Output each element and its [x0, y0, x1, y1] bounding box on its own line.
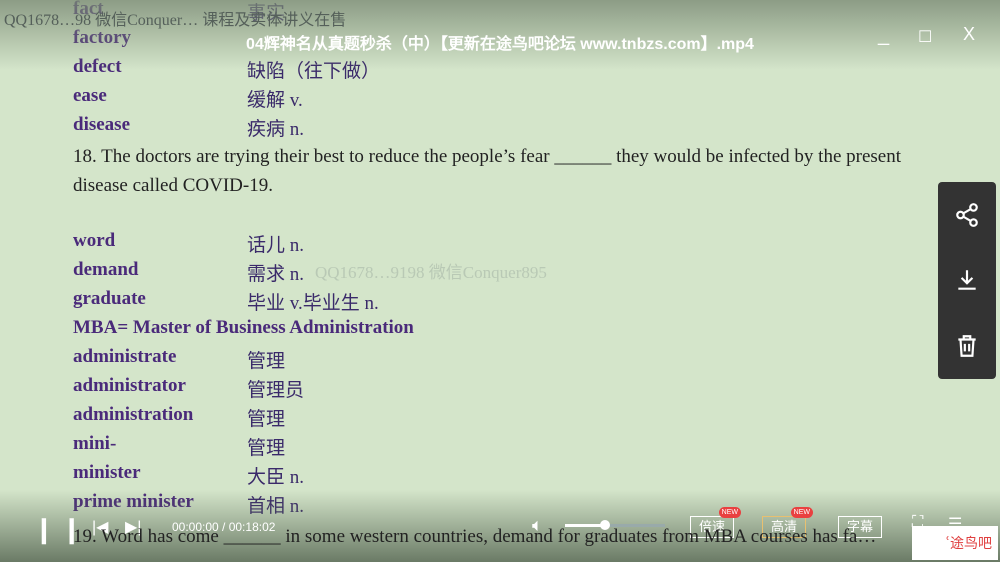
- vocab-row: administrate 管理: [73, 346, 285, 372]
- english-term: graduate: [73, 288, 146, 309]
- chinese-meaning: 话儿 n.: [247, 235, 305, 256]
- vocab-row: graduate 毕业 v.毕业生 n.: [73, 288, 379, 314]
- chinese-meaning: 毕业 v.毕业生 n.: [247, 293, 379, 314]
- trash-icon[interactable]: [954, 333, 980, 359]
- logo-text: 途鸟吧: [950, 536, 992, 552]
- english-term: administrate: [73, 346, 177, 367]
- new-badge: NEW: [718, 507, 742, 518]
- english-term: administration: [73, 404, 194, 425]
- english-term: ease: [73, 85, 107, 106]
- chinese-meaning: 缓解 v.: [247, 90, 303, 111]
- english-term: demand: [73, 259, 139, 280]
- chinese-meaning: 管理员: [247, 380, 305, 401]
- side-toolbar: [938, 182, 996, 379]
- subtitle-button[interactable]: 字幕: [838, 516, 883, 538]
- chinese-meaning: 疾病 n.: [247, 119, 305, 140]
- vocab-row: administration 管理: [73, 404, 285, 430]
- chinese-meaning: 需求 n.: [247, 264, 305, 285]
- english-term: word: [73, 230, 116, 251]
- vocab-row: mini- 管理: [73, 433, 285, 459]
- new-badge: NEW: [790, 507, 814, 518]
- video-title: 04辉神名从真题秒杀（中）【更新在途鸟吧论坛 www.tnbzs.com】.mp…: [246, 36, 754, 53]
- volume-slider[interactable]: [565, 520, 665, 530]
- maximize-button[interactable]: ☐: [918, 27, 932, 47]
- question-18: 18. The doctors are trying their best to…: [73, 146, 901, 196]
- vocab-row: MBA= Master of Business Administration: [73, 317, 414, 343]
- document-frame: QQ1678…9198 微信Conquer895 fact事实factoryde…: [0, 0, 1000, 562]
- site-logo: ʿ 途鸟吧: [912, 526, 998, 560]
- share-icon[interactable]: [954, 202, 980, 228]
- english-term: MBA= Master of Business Administration: [73, 317, 414, 338]
- previous-button[interactable]: |◀: [92, 517, 108, 537]
- chinese-meaning: 管理: [247, 409, 286, 430]
- vocab-row: word 话儿 n.: [73, 230, 304, 256]
- speed-label: 倍速: [699, 519, 726, 534]
- pause-button[interactable]: ❙❙: [33, 514, 89, 545]
- vocab-row: demand 需求 n.: [73, 259, 304, 285]
- english-term: administrator: [73, 375, 186, 396]
- vocab-row: ease 缓解 v.: [73, 85, 303, 111]
- chinese-meaning: 管理: [247, 351, 286, 372]
- minimize-button[interactable]: _: [878, 24, 889, 47]
- vocab-row: minister 大臣 n.: [73, 462, 304, 488]
- chinese-meaning: 大臣 n.: [247, 467, 305, 488]
- chinese-meaning: 管理: [247, 438, 286, 459]
- close-button[interactable]: X: [963, 24, 975, 45]
- speed-button[interactable]: 倍速 NEW: [690, 507, 742, 538]
- vocab-row: disease 疾病 n.: [73, 114, 304, 140]
- quality-button[interactable]: 高清 NEW: [762, 507, 814, 538]
- download-icon[interactable]: [954, 267, 980, 293]
- next-button[interactable]: ▶|: [125, 517, 141, 537]
- english-term: mini-: [73, 433, 117, 454]
- quality-label: 高清: [771, 519, 798, 534]
- volume-icon[interactable]: 🔈︎: [532, 515, 543, 536]
- watermark: QQ1678…9198 微信Conquer895: [315, 263, 547, 282]
- time-display: 00:00:00 / 00:18:02: [172, 520, 276, 534]
- english-term: disease: [73, 114, 130, 135]
- english-term: minister: [73, 462, 141, 483]
- vocab-row: administrator 管理员: [73, 375, 304, 401]
